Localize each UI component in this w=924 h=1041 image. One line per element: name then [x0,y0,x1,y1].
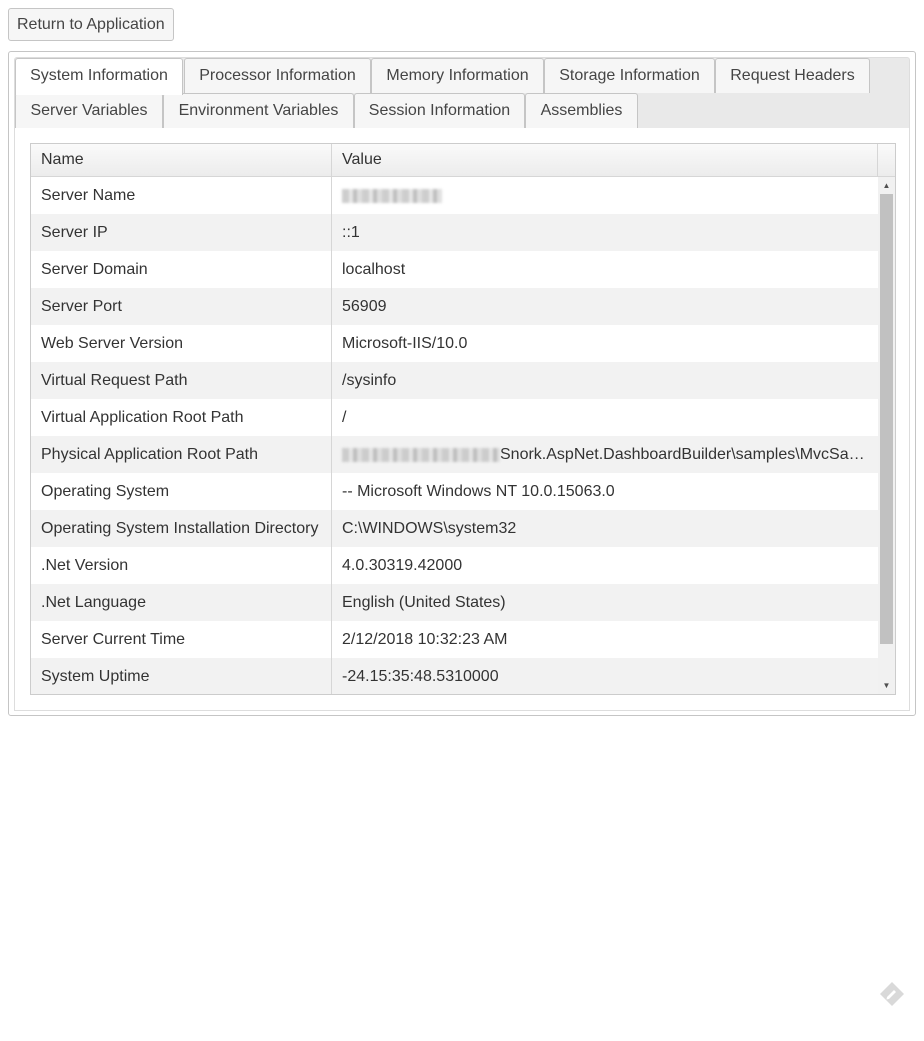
table-row[interactable]: Virtual Request Path /sysinfo [31,362,878,399]
tab-processor-information[interactable]: Processor Information [184,58,371,93]
system-information-panel: Name Value Server Name Server IP ::1 Ser… [14,128,910,711]
table-row[interactable]: System Uptime -24.15:35:48.5310000 [31,658,878,694]
row-value-text: Snork.AspNet.DashboardBuilder\samples\Mv… [500,446,865,463]
tab-session-information[interactable]: Session Information [354,93,525,128]
row-name: Web Server Version [31,325,332,362]
row-value: / [342,409,347,426]
tabs-container: System Information Processor Information… [8,51,916,716]
column-header-name[interactable]: Name [31,144,332,176]
tab-label: Assemblies [540,102,623,119]
scroll-down-arrow-icon[interactable]: ▼ [878,677,895,694]
tab-label: Session Information [368,102,511,119]
table-row[interactable]: Server IP ::1 [31,214,878,251]
tab-label: Memory Information [386,67,529,84]
grid-header: Name Value [31,144,895,177]
row-name: Server Port [31,288,332,325]
row-value: English (United States) [342,594,506,611]
row-value: Snork.AspNet.DashboardBuilder\samples\Mv… [332,436,878,473]
row-name: Operating System Installation Directory [31,510,332,547]
vertical-scrollbar[interactable]: ▲ ▼ [878,177,895,694]
row-name: Virtual Application Root Path [31,399,332,436]
row-value: -24.15:35:48.5310000 [342,668,499,685]
row-value: ::1 [342,224,360,241]
row-value-redacted [332,177,878,214]
table-row[interactable]: .Net Version 4.0.30319.42000 [31,547,878,584]
table-row[interactable]: Physical Application Root Path Snork.Asp… [31,436,878,473]
tab-server-variables[interactable]: Server Variables [15,93,163,128]
table-row[interactable]: Server Current Time 2/12/2018 10:32:23 A… [31,621,878,658]
tab-system-information[interactable]: System Information [15,58,183,95]
row-value: 56909 [342,298,387,315]
tab-memory-information[interactable]: Memory Information [371,58,544,93]
column-header-value[interactable]: Value [332,144,878,176]
table-row[interactable]: .Net Language English (United States) [31,584,878,621]
row-name: .Net Version [31,547,332,584]
row-value: Microsoft-IIS/10.0 [342,335,468,352]
table-row[interactable]: Server Name [31,177,878,214]
table-row[interactable]: Server Port 56909 [31,288,878,325]
row-name: System Uptime [31,658,332,694]
redacted-text [342,447,500,462]
header-scroll-spacer [878,144,895,176]
table-row[interactable]: Server Domain localhost [31,251,878,288]
row-value: localhost [342,261,406,278]
row-value: 4.0.30319.42000 [342,557,463,574]
row-name: Server Domain [31,251,332,288]
tab-label: Environment Variables [178,102,339,119]
table-row[interactable]: Web Server Version Microsoft-IIS/10.0 [31,325,878,362]
redacted-text [342,188,442,203]
table-row[interactable]: Virtual Application Root Path / [31,399,878,436]
row-value: -- Microsoft Windows NT 10.0.15063.0 [342,483,615,500]
tab-label: Storage Information [559,67,700,84]
row-name: Virtual Request Path [31,362,332,399]
return-to-application-button[interactable]: Return to Application [8,8,174,41]
tab-request-headers[interactable]: Request Headers [715,58,870,93]
page: Return to Application System Information… [0,0,924,1041]
scroll-thumb[interactable] [880,194,893,644]
tab-environment-variables[interactable]: Environment Variables [163,93,354,128]
scroll-up-arrow-icon[interactable]: ▲ [878,177,895,194]
system-info-grid: Name Value Server Name Server IP ::1 Ser… [30,143,896,695]
tab-label: Processor Information [199,67,356,84]
table-row[interactable]: Operating System Installation Directory … [31,510,878,547]
row-value: /sysinfo [342,372,397,389]
row-value: 2/12/2018 10:32:23 AM [342,631,508,648]
edit-tag-icon[interactable] [878,980,906,1008]
row-name: .Net Language [31,584,332,621]
tab-label: Request Headers [730,67,855,84]
row-name: Server Current Time [31,621,332,658]
row-name: Server Name [31,177,332,214]
tab-assemblies[interactable]: Assemblies [525,93,638,128]
row-value: C:\WINDOWS\system32 [342,520,517,537]
grid-body[interactable]: Server Name Server IP ::1 Server Domain … [31,177,878,694]
row-name: Physical Application Root Path [31,436,332,473]
tab-nav: System Information Processor Information… [14,57,910,129]
table-row[interactable]: Operating System -- Microsoft Windows NT… [31,473,878,510]
row-name: Server IP [31,214,332,251]
tab-storage-information[interactable]: Storage Information [544,58,715,93]
row-name: Operating System [31,473,332,510]
tab-label: Server Variables [30,102,148,119]
tab-label: System Information [30,67,168,84]
